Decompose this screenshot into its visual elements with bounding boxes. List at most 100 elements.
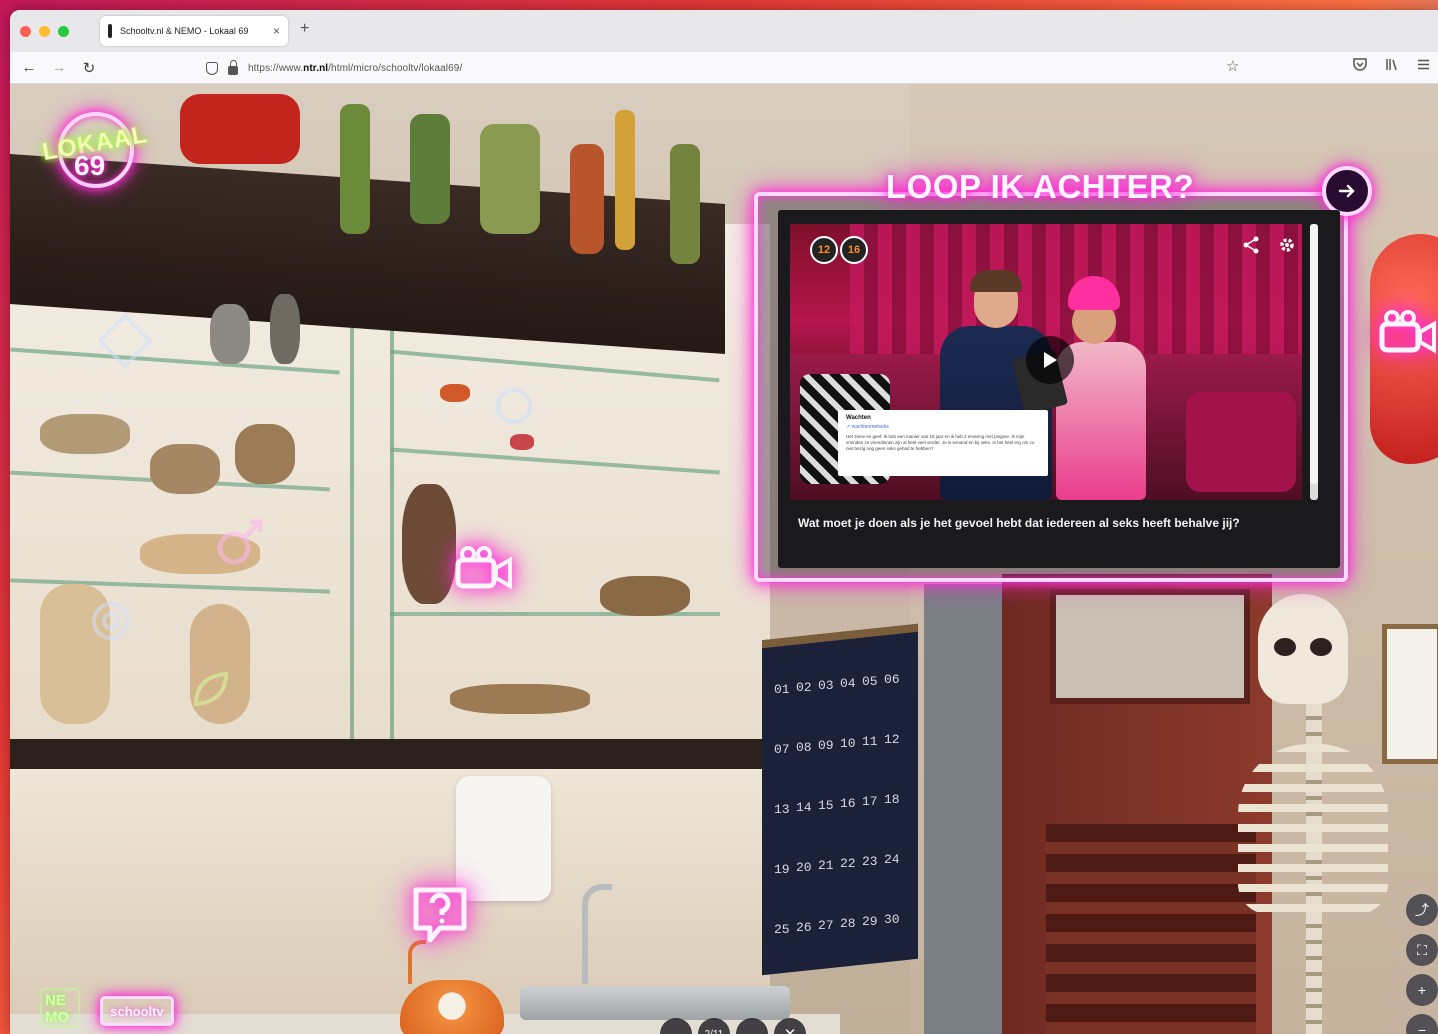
diamond-hotspot-icon[interactable] — [96, 312, 154, 370]
tab-active[interactable]: Schooltv.nl & NEMO - Lokaal 69 × — [100, 16, 288, 46]
library-icon[interactable] — [1385, 58, 1399, 71]
card-title: Wachten — [846, 415, 871, 421]
calendar-day: 29 — [862, 914, 878, 929]
menu-icon[interactable] — [1417, 59, 1430, 70]
calendar-day: 01 — [774, 682, 790, 697]
skull-eye — [1274, 638, 1296, 656]
schooltv-logo[interactable]: schooltv — [100, 996, 174, 1026]
gear-icon[interactable] — [1278, 236, 1296, 254]
toolbar-right — [1353, 58, 1430, 71]
calendar-day: 12 — [884, 732, 900, 747]
age-rating: 12 16 — [810, 236, 868, 264]
video-cushion — [1186, 392, 1296, 492]
calendar-day: 30 — [884, 912, 900, 927]
specimen — [440, 384, 470, 402]
video-camera-hotspot-icon[interactable] — [454, 544, 514, 600]
viewer-tools: ⤴ ⛶ + − — [1406, 894, 1438, 1034]
calendar-day: 10 — [840, 736, 856, 751]
target-hotspot-icon[interactable] — [88, 598, 134, 644]
nemo-logo[interactable]: NE MO — [40, 988, 80, 1028]
lokaal-69-logo[interactable]: LOKAAL 69 — [40, 112, 164, 194]
bottom-navigation: ← 2/11 → ✕ — [660, 1018, 806, 1034]
gender-hotspot-icon[interactable] — [210, 514, 270, 574]
calendar-day: 25 — [774, 922, 790, 937]
new-tab-button[interactable]: + — [300, 20, 309, 38]
leaf-hotspot-icon[interactable] — [186, 664, 236, 714]
skeleton-ribs — [1238, 744, 1388, 914]
bird-model — [270, 294, 300, 364]
calendar-day: 16 — [840, 796, 856, 811]
address-bar[interactable]: https://www.ntr.nl/html/micro/schooltv/l… — [206, 57, 462, 79]
zoom-in-button[interactable]: + — [1406, 974, 1438, 1006]
tab-bar: Schooltv.nl & NEMO - Lokaal 69 × + — [10, 10, 1438, 52]
forward-button[interactable]: → — [44, 59, 74, 76]
play-button[interactable] — [1026, 336, 1074, 384]
previous-button[interactable]: ← — [660, 1018, 692, 1034]
pocket-icon[interactable] — [1353, 58, 1367, 71]
paper-towel-dispenser — [456, 776, 551, 901]
video-frame[interactable]: 12 16 Wachten ↗ wachtenmetseks Het ziene… — [790, 224, 1302, 500]
animal-model — [150, 444, 220, 494]
plant-model — [480, 124, 540, 234]
plant-model — [340, 104, 370, 234]
plant-model — [180, 94, 300, 164]
calendar-day: 08 — [796, 740, 812, 755]
next-button[interactable]: → — [736, 1018, 768, 1034]
minimize-window-button[interactable] — [39, 25, 50, 37]
calendar-day: 27 — [818, 918, 834, 933]
plant-model — [615, 110, 635, 250]
hedgehog-model — [600, 576, 690, 616]
age-badge: 12 — [810, 236, 838, 264]
browser-window: Schooltv.nl & NEMO - Lokaal 69 × + ← → ↻… — [10, 10, 1438, 1034]
tab-close-button[interactable]: × — [273, 24, 280, 38]
skull-eye — [1310, 638, 1332, 656]
cabinet-base — [10, 739, 770, 769]
calendar-day: 24 — [884, 852, 900, 867]
panorama-scene[interactable]: 01 02 03 04 05 06 07 08 09 10 11 12 13 14 15 16 17 18 19 20… — [10, 84, 1438, 1034]
video-camera-hotspot-icon[interactable] — [1378, 308, 1438, 364]
panel-scrollbar[interactable] — [1310, 224, 1318, 500]
question-hotspot-icon[interactable] — [410, 884, 470, 951]
slide-counter: 2/11 — [698, 1018, 730, 1034]
calendar-day: 15 — [818, 798, 834, 813]
share-button[interactable]: ⤴ — [1406, 894, 1438, 926]
door-frame — [924, 584, 1002, 1034]
close-button[interactable]: ✕ — [774, 1018, 806, 1034]
card-link[interactable]: ↗ wachtenmetseks — [846, 424, 1040, 430]
calendar-day: 06 — [884, 672, 900, 687]
animal-model — [235, 424, 295, 484]
calendar-day: 19 — [774, 862, 790, 877]
bookmark-star-icon[interactable]: ☆ — [1226, 57, 1239, 75]
card-text: Het ziene en geef. Ik heb een manier van… — [846, 434, 1035, 451]
plant-model — [410, 114, 450, 224]
question-card: Wachten ↗ wachtenmetseks Het ziene en ge… — [838, 410, 1048, 476]
tracking-protection-icon[interactable] — [206, 61, 218, 75]
share-icon[interactable] — [1242, 236, 1260, 254]
fullscreen-button[interactable]: ⛶ — [1406, 934, 1438, 966]
person-hair — [970, 270, 1022, 292]
calendar-day: 21 — [818, 858, 834, 873]
circle-hotspot-icon[interactable] — [492, 384, 536, 428]
panel-next-button[interactable] — [1322, 166, 1372, 216]
tab-title: Schooltv.nl & NEMO - Lokaal 69 — [120, 26, 249, 36]
calendar-day: 05 — [862, 674, 878, 689]
video-caption: Wat moet je doen als je het gevoel hebt … — [798, 516, 1240, 530]
glass-shelf — [390, 447, 720, 475]
reload-button[interactable]: ↻ — [74, 59, 104, 77]
panel-title: LOOP IK ACHTER? — [886, 168, 1195, 205]
logo-number: 69 — [74, 150, 106, 181]
back-button[interactable]: ← — [14, 59, 44, 76]
arrow-right-icon — [1338, 184, 1355, 198]
close-window-button[interactable] — [20, 25, 31, 37]
calendar-day: 28 — [840, 916, 856, 931]
scrollbar-thumb[interactable] — [1310, 224, 1318, 484]
sink — [520, 986, 790, 1020]
skeleton-model — [1218, 594, 1438, 1034]
zoom-out-button[interactable]: − — [1406, 1014, 1438, 1034]
calendar-day: 20 — [796, 860, 812, 875]
url-text[interactable]: https://www.ntr.nl/html/micro/schooltv/l… — [248, 63, 462, 74]
calendar-day: 26 — [796, 920, 812, 935]
lock-icon[interactable] — [228, 59, 238, 75]
maximize-window-button[interactable] — [58, 25, 69, 37]
calendar-day: 04 — [840, 676, 856, 691]
